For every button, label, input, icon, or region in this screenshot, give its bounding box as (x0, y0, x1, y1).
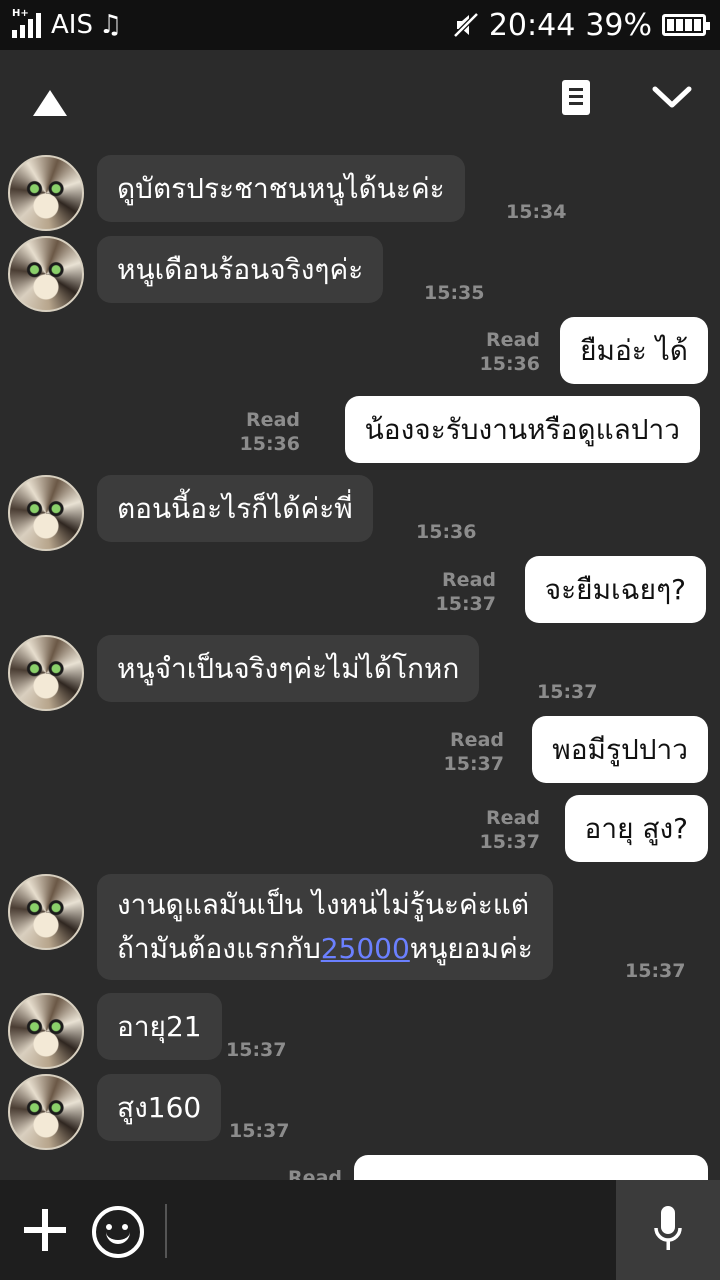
read-receipt: Read 15:36 (479, 329, 540, 375)
carrier-name: AIS (51, 10, 93, 40)
message-text: ดูบัตรประชาชนหนูได้นะค่ะ (117, 171, 445, 205)
triangle-up-icon[interactable] (33, 90, 67, 116)
message-bubble-outgoing[interactable]: อายุ สูง? (564, 795, 708, 862)
message-bubble-incoming[interactable]: งานดูแลมันเป็น ไงหน่ไม่รู้นะค่ะแต่ ถ้ามั… (97, 874, 553, 980)
avatar[interactable] (8, 155, 84, 231)
read-receipt: Read (288, 1167, 342, 1180)
network-type: H+ (12, 8, 29, 19)
message-bubble-outgoing[interactable]: พอมีรูปปาว (532, 716, 708, 783)
read-receipt: Read 15:37 (479, 807, 540, 853)
message-text: ตอนนี้อะไรก็ได้ค่ะพี่ (117, 491, 353, 525)
message-text-line: งานดูแลมันเป็น ไงหน่ไม่รู้นะค่ะแต่ (117, 888, 530, 921)
message-time: 15:37 (537, 681, 598, 703)
notes-icon[interactable] (562, 80, 590, 115)
message-input-bar (0, 1180, 720, 1280)
message-text: หนูเดือนร้อนจริงๆค่ะ (117, 252, 364, 286)
plus-icon[interactable] (24, 1209, 66, 1251)
avatar[interactable] (8, 475, 84, 551)
read-receipt: Read 15:36 (239, 409, 300, 455)
message-text-line: ถ้ามันต้องแรกกับ25000หนูยอมค่ะ (117, 932, 533, 965)
chat-header (0, 50, 720, 150)
signal-icon: H+ (12, 8, 41, 38)
chevron-down-icon[interactable] (652, 83, 692, 113)
message-text: พอมีรูปปาว (552, 732, 688, 766)
message-text: น้องจะรับงานหรือดูแลปาว (364, 412, 680, 446)
message-list[interactable]: ดูบัตรประชาชนหนูได้นะค่ะ 15:34 หนูเดือนร… (0, 150, 720, 1180)
message-time: 15:37 (625, 960, 686, 982)
mute-icon (453, 12, 479, 38)
avatar[interactable] (8, 1074, 84, 1150)
message-text: อายุ สูง? (584, 811, 688, 845)
message-text: หนูจำเป็นจริงๆค่ะไม่ได้โกหก (117, 651, 460, 685)
message-time: 15:36 (416, 521, 477, 543)
message-text: อายุ21 (117, 1009, 202, 1043)
message-bubble-incoming[interactable]: ตอนนี้อะไรก็ได้ค่ะพี่ (97, 475, 373, 542)
microphone-button[interactable] (616, 1180, 720, 1280)
clock: 20:44 (488, 7, 576, 43)
message-bubble-incoming[interactable]: หนูเดือนร้อนจริงๆค่ะ (97, 236, 384, 303)
message-bubble-incoming[interactable]: หนูจำเป็นจริงๆค่ะไม่ได้โกหก (97, 635, 480, 702)
message-text: สูง160 (117, 1090, 202, 1124)
message-bubble-incoming[interactable]: อายุ21 (97, 993, 222, 1060)
microphone-icon (654, 1206, 682, 1250)
read-receipt: Read 15:37 (435, 569, 496, 615)
battery-percent: 39% (585, 7, 652, 43)
message-time: 15:37 (229, 1120, 290, 1142)
message-bubble-incoming[interactable]: ดูบัตรประชาชนหนูได้นะค่ะ (97, 155, 465, 222)
emoji-icon[interactable] (92, 1206, 144, 1258)
message-bubble-outgoing[interactable]: น้องจะรับงานหรือดูแลปาว (344, 396, 700, 463)
music-note-icon: ♫ (98, 10, 123, 40)
message-input[interactable] (175, 1190, 614, 1272)
input-divider (165, 1204, 167, 1258)
number-link[interactable]: 25000 (321, 932, 410, 965)
message-bubble-outgoing[interactable]: ยืมอ่ะ ได้ (560, 317, 708, 384)
message-bubble-outgoing[interactable]: จะยืมเฉยๆ? (524, 556, 706, 623)
message-text: จะยืมเฉยๆ? (544, 572, 686, 606)
read-receipt: Read 15:37 (443, 729, 504, 775)
message-text: ยืมอ่ะ ได้ (580, 333, 688, 367)
avatar[interactable] (8, 993, 84, 1069)
avatar[interactable] (8, 236, 84, 312)
message-time: 15:34 (506, 201, 567, 223)
battery-icon (662, 14, 710, 36)
status-bar: H+ AIS ♫ 20:44 39% (0, 0, 720, 50)
message-bubble-outgoing[interactable] (354, 1155, 708, 1180)
avatar[interactable] (8, 874, 84, 950)
message-bubble-incoming[interactable]: สูง160 (97, 1074, 222, 1141)
message-time: 15:37 (226, 1039, 287, 1061)
avatar[interactable] (8, 635, 84, 711)
message-time: 15:35 (424, 282, 485, 304)
